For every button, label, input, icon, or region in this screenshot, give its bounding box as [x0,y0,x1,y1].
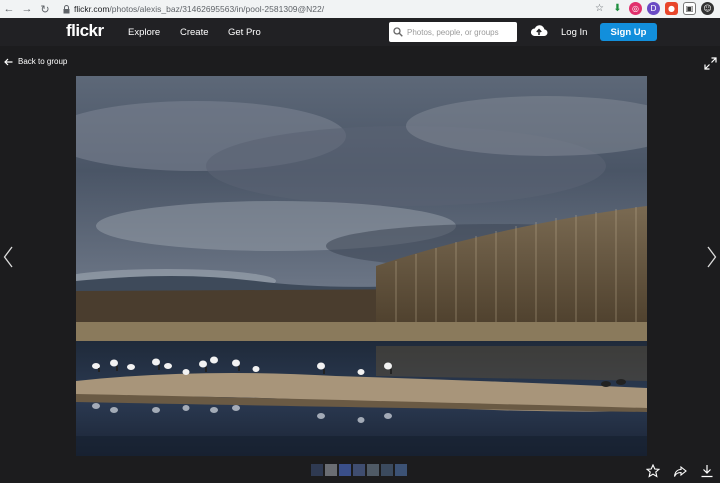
filmstrip-thumb[interactable] [311,464,323,476]
back-to-group-link[interactable]: Back to group [4,57,67,66]
purple-extension-icon[interactable]: D [647,2,660,15]
filmstrip-thumb[interactable] [367,464,379,476]
browser-forward-icon[interactable]: → [18,0,36,18]
expand-icon[interactable] [704,57,717,75]
share-icon[interactable] [673,464,687,483]
instagram-extension-icon[interactable]: ◎ [629,2,642,15]
filmstrip-thumb[interactable] [381,464,393,476]
photo-viewer: Back to group [0,46,720,481]
search-input[interactable] [407,27,512,37]
address-bar[interactable]: flickr.com/photos/alexis_baz/31462695563… [74,4,324,14]
login-link[interactable]: Log In [561,27,587,38]
url-path: /photos/alexis_baz/31462695563/in/pool-2… [109,4,325,14]
search-icon [389,27,407,37]
search-box[interactable] [389,22,517,42]
main-photo[interactable] [76,76,647,456]
site-header: flickr Explore Create Get Pro Log In Sig… [0,18,720,46]
upload-cloud-icon[interactable] [530,24,548,43]
photo-image [76,76,647,456]
filmstrip-thumb[interactable] [339,464,351,476]
arrow-left-icon [4,58,13,65]
signup-button[interactable]: Sign Up [600,23,657,41]
flickr-logo[interactable]: flickr [66,21,104,41]
filmstrip-thumb[interactable] [353,464,365,476]
nav-get-pro[interactable]: Get Pro [228,27,261,38]
favorite-star-icon[interactable] [645,463,661,483]
photo-filmstrip [311,464,407,476]
browser-reload-icon[interactable]: ↻ [36,0,54,18]
nav-create[interactable]: Create [180,27,209,38]
nav-explore[interactable]: Explore [128,27,160,38]
next-photo-icon[interactable] [707,246,717,273]
red-extension-icon[interactable]: ● [665,2,678,15]
bookmark-star-icon[interactable]: ☆ [593,2,606,15]
grey-extension-icon[interactable]: ▣ [683,2,696,15]
extension-icons: ☆ ⬇ ◎ D ● ▣ ☺ [593,2,714,15]
back-label: Back to group [18,57,68,66]
lock-icon [60,0,72,18]
download-extension-icon[interactable]: ⬇ [611,2,624,15]
photo-actions [645,463,714,483]
filmstrip-thumb[interactable] [395,464,407,476]
browser-toolbar: ← → ↻ flickr.com/photos/alexis_baz/31462… [0,0,720,18]
download-icon[interactable] [700,464,714,483]
profile-avatar-icon[interactable]: ☺ [701,2,714,15]
browser-back-icon[interactable]: ← [0,0,18,18]
previous-photo-icon[interactable] [3,246,13,273]
filmstrip-thumb[interactable] [325,464,337,476]
url-host: flickr.com [74,4,110,14]
